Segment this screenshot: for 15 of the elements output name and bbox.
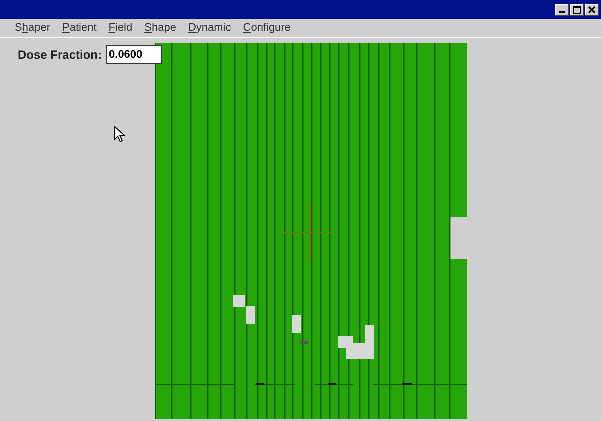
menu-item[interactable]: Dynamic (183, 22, 236, 34)
menu-item[interactable]: Configure (238, 22, 296, 34)
minimize-icon (559, 11, 565, 13)
close-icon (587, 4, 597, 14)
maximize-button[interactable] (570, 4, 584, 16)
menu-item[interactable]: Field (104, 22, 138, 34)
menu-item[interactable]: Shaper (10, 22, 56, 34)
dose-fraction-label: Dose Fraction: (17, 48, 102, 62)
dose-fraction-field[interactable]: 0.0600 (106, 45, 162, 64)
maximize-icon (572, 4, 582, 14)
close-button[interactable] (585, 4, 599, 16)
menu-item[interactable]: Shape (140, 22, 182, 34)
mouse-pointer-icon (114, 126, 125, 143)
menu-item[interactable]: Patient (58, 22, 102, 34)
minimize-button[interactable] (555, 4, 569, 16)
